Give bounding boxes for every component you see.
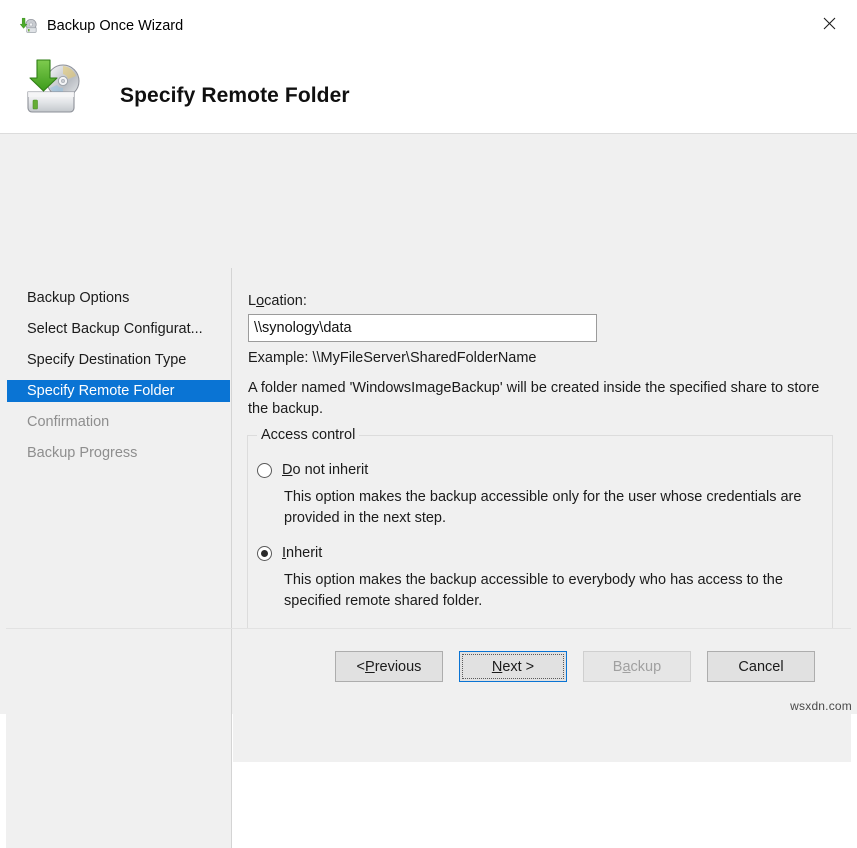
radio-do-not-inherit-label: Do not inherit bbox=[282, 462, 368, 478]
location-label: Location: bbox=[248, 293, 307, 309]
watermark: wsxdn.com bbox=[790, 699, 852, 713]
radio-do-not-inherit[interactable]: Do not inherit bbox=[257, 462, 368, 478]
title-bar: Backup Once Wizard bbox=[0, 0, 857, 52]
sidebar-item-specify-remote-folder[interactable]: Specify Remote Folder bbox=[7, 380, 230, 402]
location-input[interactable] bbox=[248, 314, 597, 342]
window-title: Backup Once Wizard bbox=[47, 16, 183, 36]
backup-to-disk-icon bbox=[16, 58, 90, 122]
sidebar-item-backup-progress: Backup Progress bbox=[6, 442, 231, 464]
cancel-button[interactable]: Cancel bbox=[707, 651, 815, 682]
sidebar-item-confirmation: Confirmation bbox=[6, 411, 231, 433]
backup-disk-icon bbox=[18, 16, 38, 36]
sidebar-item-select-backup-configuration[interactable]: Select Backup Configurat... bbox=[6, 318, 231, 340]
radio-do-not-inherit-mark[interactable] bbox=[257, 463, 272, 478]
backup-once-wizard-window: Backup Once Wizard bbox=[0, 0, 857, 714]
page-title: Specify Remote Folder bbox=[120, 84, 350, 108]
radio-inherit-description: This option makes the backup accessible … bbox=[284, 570, 824, 612]
previous-button[interactable]: < Previous bbox=[335, 651, 443, 682]
close-button[interactable] bbox=[803, 0, 855, 46]
backup-button: Backup bbox=[583, 651, 691, 682]
folder-creation-note: A folder named 'WindowsImageBackup' will… bbox=[248, 378, 828, 420]
dialog-footer: < Previous Next > Backup Cancel bbox=[233, 629, 851, 714]
example-hint: Example: \\MyFileServer\SharedFolderName bbox=[248, 350, 537, 366]
sidebar-item-backup-options[interactable]: Backup Options bbox=[6, 287, 231, 309]
wizard-header: Specify Remote Folder bbox=[0, 52, 857, 134]
wizard-button-row: < Previous Next > Backup Cancel bbox=[335, 651, 815, 682]
wizard-step-sidebar: Backup Options Select Backup Configurat.… bbox=[6, 268, 232, 848]
radio-inherit-mark[interactable] bbox=[257, 546, 272, 561]
radio-inherit[interactable]: Inherit bbox=[257, 545, 322, 561]
next-button[interactable]: Next > bbox=[459, 651, 567, 682]
title-bar-left-group: Backup Once Wizard bbox=[18, 16, 183, 36]
radio-inherit-label: Inherit bbox=[282, 545, 322, 561]
dialog-body: Backup Options Select Backup Configurat.… bbox=[0, 134, 857, 714]
sidebar-item-specify-destination-type[interactable]: Specify Destination Type bbox=[6, 349, 231, 371]
access-control-legend: Access control bbox=[257, 427, 359, 443]
radio-do-not-inherit-description: This option makes the backup accessible … bbox=[284, 487, 824, 529]
close-icon bbox=[823, 17, 836, 30]
